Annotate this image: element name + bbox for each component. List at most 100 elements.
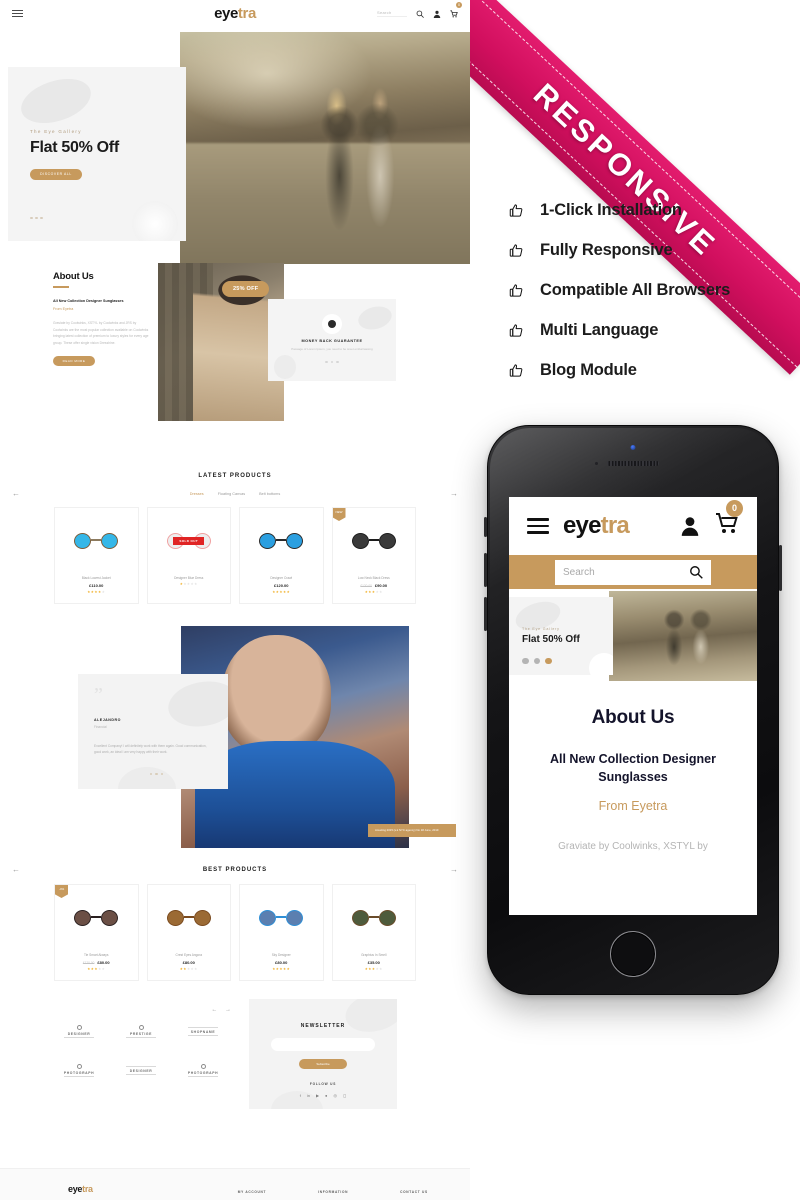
brand-name: DESIGNER [129, 1068, 153, 1073]
instagram-icon[interactable]: ◻ [343, 1093, 346, 1098]
decorative-blob [15, 70, 97, 132]
product-card[interactable]: NEW Low Neck Black Dress £120.00 £90.00 ★… [331, 507, 416, 604]
brand-logo[interactable]: PHOTOGRAPH [48, 1064, 110, 1077]
search-placeholder: Search [563, 566, 595, 578]
money-back-guarantee-card: MONEY BACK GUARANTEE Passage of Lorem Ip… [268, 299, 396, 381]
phone-power-button [779, 545, 782, 591]
read-more-button[interactable]: READ MORE [53, 356, 95, 367]
footer-logo[interactable]: eyetra [68, 1184, 93, 1194]
arrow-left-icon[interactable]: ← [12, 866, 20, 874]
product-price: £80.00 [182, 960, 195, 965]
testimonial-slider-dots[interactable] [150, 772, 164, 775]
decorative-blob [589, 653, 613, 675]
tab-floating-canvas[interactable]: Floating Canvas [218, 492, 245, 496]
product-card[interactable]: -4% Tie Smart Always £120.00 £80.00 ★★★★★ [54, 884, 139, 981]
home-button[interactable] [610, 931, 656, 977]
product-card[interactable]: Sky Designer £80.00 ★★★★★ [239, 884, 324, 981]
mobile-logo[interactable]: eyetra [563, 512, 630, 540]
product-old-price: £120.00 [82, 961, 95, 965]
phone-volume-up-button [484, 553, 487, 587]
guarantee-slider-dots[interactable] [325, 360, 339, 364]
social-links: f in ▶ ● ◎ ◻ [300, 1093, 347, 1098]
hamburger-icon[interactable] [527, 514, 549, 538]
product-card[interactable]: SOLD OUT Designer Blue Dress ★★★★★ [146, 507, 231, 604]
thumbs-up-icon [508, 243, 524, 258]
product-name: Low Neck Black Dress [357, 576, 390, 580]
brand-logo[interactable]: PRESTIGE [110, 1025, 172, 1038]
photo-caption: Amazing 2015 (s.k NYC agency) No 18 June… [368, 824, 456, 837]
mobile-hero-eyebrow: The Eye Gallery [522, 627, 560, 631]
brand-name: PHOTOGRAPH [63, 1070, 95, 1075]
mobile-slider-dots[interactable] [522, 657, 552, 664]
account-icon[interactable] [679, 515, 701, 537]
cart-count-badge: 0 [726, 499, 743, 517]
product-rating: ★★★★★ [364, 590, 383, 594]
mobile-cart-button[interactable]: 0 [715, 499, 743, 541]
testimonial-text: Excellent Company! I will definitely wor… [94, 744, 207, 755]
feature-item: 1-Click Installation [508, 190, 798, 230]
pinterest-icon[interactable]: ◎ [333, 1093, 337, 1098]
brand-name: DESIGNER [67, 1031, 91, 1036]
product-current-price: £90.00 [374, 583, 388, 588]
product-card[interactable]: Crest Eyes Angora £80.00 ★★★★★ [146, 884, 231, 981]
discover-all-button[interactable]: DISCOVER ALL [30, 168, 82, 180]
site-logo[interactable]: eyetra [0, 5, 470, 22]
latest-products-section: LATEST PRODUCTS ← Dresses Floating Canva… [0, 473, 470, 604]
linkedin-icon[interactable]: in [307, 1093, 310, 1098]
mobile-about-heading: About Us [591, 707, 675, 728]
dribbble-icon[interactable]: ● [325, 1093, 327, 1098]
product-name: Graphius In Smell [361, 953, 387, 957]
brand-logo[interactable]: DESIGNER [110, 1064, 172, 1077]
guarantee-text: Passage of Lorem Ipsum, you need to be s… [291, 346, 373, 351]
about-text-column: About Us All New Collection Designer Sun… [53, 271, 151, 367]
brand-name: SHOPNAME [190, 1029, 216, 1034]
product-image [333, 508, 416, 574]
product-card[interactable]: Graphius In Smell £35.00 ★★★★★ [331, 884, 416, 981]
hero-slider-dots[interactable] [30, 216, 43, 219]
product-card[interactable]: Designer Crawl £120.00 ★★★★★ [239, 507, 324, 604]
facebook-icon[interactable]: f [300, 1093, 301, 1098]
product-rating: ★★★★★ [87, 590, 106, 594]
brand-name: PRESTIGE [130, 1031, 152, 1036]
logo-text-accent: tra [237, 5, 256, 22]
phone-mockup: eyetra 0 Search The Eye Gallery Flat 50%… [484, 425, 782, 995]
proximity-sensor-icon [595, 462, 598, 465]
mobile-search-bar: Search [509, 555, 757, 589]
mobile-hero-slider: The Eye Gallery Flat 50% Off [509, 589, 757, 681]
arrow-left-icon[interactable]: ← [12, 490, 20, 498]
footer-logo-accent: tra [82, 1184, 93, 1194]
hero-slider: The Eye Gallery Flat 50% Off DISCOVER AL… [0, 27, 470, 264]
subscribe-button[interactable]: Subscribe [299, 1059, 347, 1069]
product-card[interactable]: Black Lowest Jacket £110.00 ★★★★★ [54, 507, 139, 604]
arrow-right-icon[interactable]: → [450, 490, 458, 498]
feature-item: Compatible All Browsers [508, 270, 798, 310]
product-rating: ★★★★★ [179, 967, 198, 971]
product-price: £120.00 £90.00 [333, 583, 416, 588]
brand-logo[interactable]: SHOPNAME [172, 1025, 234, 1038]
product-price: £80.00 [275, 960, 288, 965]
footer-column-information[interactable]: INFORMATION [318, 1190, 348, 1194]
arrow-right-icon[interactable]: → [450, 866, 458, 874]
globe-icon [325, 316, 339, 331]
feature-list: 1-Click Installation Fully Responsive Co… [508, 190, 798, 390]
search-input[interactable]: Search [555, 559, 711, 585]
mobile-hero-card: The Eye Gallery Flat 50% Off [509, 597, 613, 675]
newsletter-email-input[interactable] [271, 1038, 375, 1051]
tab-dresses[interactable]: Dresses [190, 492, 204, 496]
decorative-blob [274, 355, 296, 379]
tab-belt-bottoms[interactable]: Belt bottoms [259, 492, 280, 496]
thumbs-up-icon [508, 203, 524, 218]
brands-arrows[interactable]: ← → [211, 1007, 234, 1013]
footer-columns: MY ACCOUNT INFORMATION CONTACT US [238, 1190, 428, 1194]
brand-logo[interactable]: PHOTOGRAPH [172, 1064, 234, 1077]
search-icon[interactable] [689, 565, 703, 579]
brand-name: PHOTOGRAPH [187, 1070, 219, 1075]
brand-logo[interactable]: DESIGNER [48, 1025, 110, 1038]
youtube-icon[interactable]: ▶ [316, 1093, 319, 1098]
feature-label: 1-Click Installation [540, 200, 682, 219]
product-image [55, 508, 138, 574]
cart-button[interactable]: 0 [450, 1, 462, 23]
footer-column-my-account[interactable]: MY ACCOUNT [238, 1190, 266, 1194]
footer-column-contact-us[interactable]: CONTACT US [400, 1190, 428, 1194]
product-name: Crest Eyes Angora [175, 953, 203, 957]
